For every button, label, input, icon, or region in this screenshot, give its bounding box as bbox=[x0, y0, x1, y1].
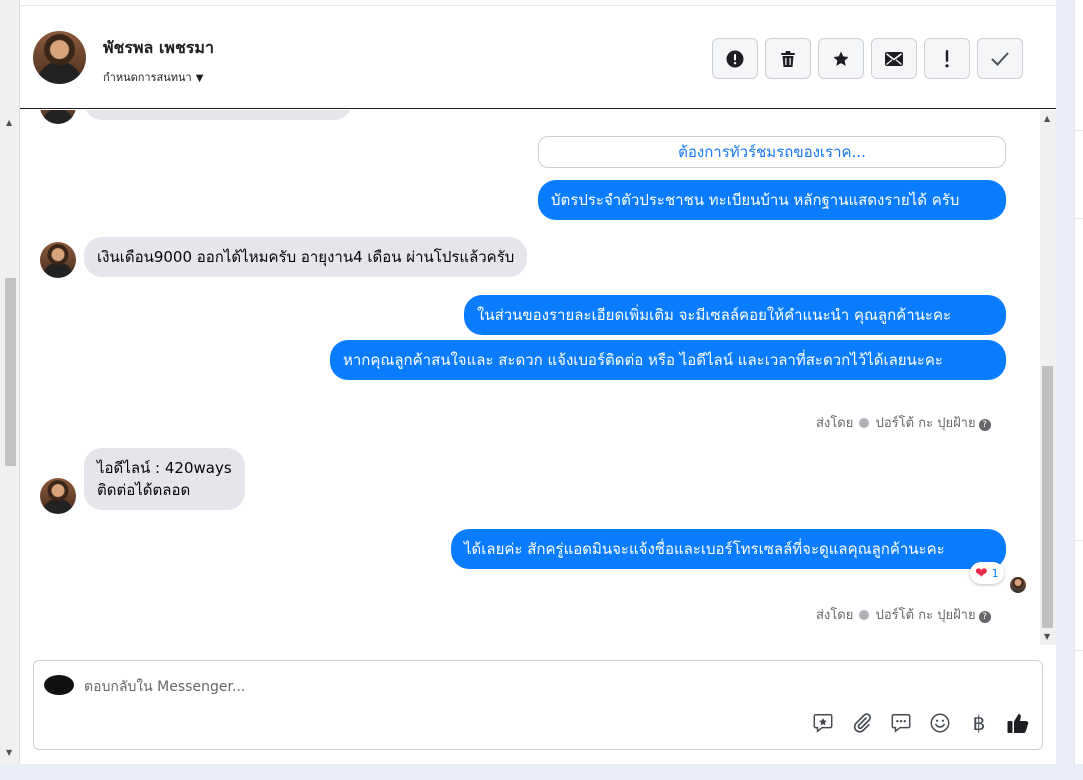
message-bubble-incoming[interactable]: เงินเดือน9000 ออกได้ไหมครับ อายุงาน4 เดื… bbox=[84, 237, 528, 277]
thumbs-up-icon bbox=[1007, 714, 1029, 733]
message-bubble-outgoing[interactable]: บัตรประจำตัวประชาชน ทะเบียนบ้าน หลักฐานแ… bbox=[538, 180, 1006, 220]
baht-icon: ฿ bbox=[972, 711, 986, 735]
paperclip-icon bbox=[853, 713, 871, 733]
saved-reply-icon bbox=[813, 714, 833, 733]
mark-done-button[interactable] bbox=[977, 38, 1023, 79]
star-button[interactable] bbox=[818, 38, 864, 79]
mark-unread-button[interactable] bbox=[871, 38, 917, 79]
conversation-actions bbox=[712, 38, 1023, 79]
message-text: ติดต่อได้ตลอด bbox=[97, 481, 191, 499]
reaction-badge[interactable]: ❤ 1 bbox=[970, 562, 1004, 584]
envelope-icon bbox=[885, 51, 903, 66]
reaction-count: 1 bbox=[991, 566, 999, 580]
scroll-up-arrow-icon[interactable]: ▲ bbox=[1044, 114, 1050, 123]
delete-button[interactable] bbox=[765, 38, 811, 79]
message-text: บัตรประจำตัวประชาชน ทะเบียนบ้าน หลักฐานแ… bbox=[551, 191, 960, 209]
message-text: ได้เลยค่ะ สักครู่แอดมินจะแจ้งชื่อและเบอร… bbox=[464, 540, 945, 558]
sender-name[interactable]: ปอร์โต้ กะ ปุยฝ้าย bbox=[876, 608, 976, 623]
message-bubble-incoming[interactable]: ไอดีไลน์ : 420ways ติดต่อได้ตลอด bbox=[84, 448, 245, 510]
page-badge-icon bbox=[859, 610, 870, 620]
scroll-down-arrow-icon[interactable]: ▼ bbox=[1044, 632, 1050, 641]
message-text: เงินเดือน9000 ออกได้ไหมครับ อายุงาน4 เดื… bbox=[97, 248, 515, 266]
conversation-header: พัชรพล เพชรมา กำหนดการสนทนา ▼ bbox=[20, 5, 1056, 109]
emoji-icon bbox=[930, 713, 950, 733]
caret-down-icon: ▼ bbox=[195, 73, 204, 84]
message-thread[interactable]: ต้องการทัวร์ชมรถของเราค... บัตรประจำตัวป… bbox=[20, 110, 1040, 642]
contact-name[interactable]: พัชรพล เพชรมา bbox=[103, 36, 214, 61]
page-badge-icon bbox=[859, 418, 870, 428]
alert-circle-icon bbox=[726, 50, 744, 67]
contact-message-avatar bbox=[40, 110, 76, 124]
sender-name[interactable]: ปอร์โต้ กะ ปุยฝ้าย bbox=[876, 416, 976, 431]
trash-icon bbox=[781, 50, 795, 67]
heart-icon: ❤ bbox=[975, 564, 988, 582]
reply-input[interactable] bbox=[84, 675, 984, 699]
quick-replies-button[interactable] bbox=[889, 711, 913, 735]
star-icon bbox=[833, 51, 849, 66]
follow-up-button[interactable] bbox=[924, 38, 970, 79]
attach-button[interactable] bbox=[850, 711, 874, 735]
quick-reply-button[interactable]: ต้องการทัวร์ชมรถของเราค... bbox=[538, 136, 1006, 168]
page-scrollbar-thumb[interactable] bbox=[5, 278, 16, 466]
message-bubble-outgoing[interactable]: หากคุณลูกค้าสนใจและ สะดวก แจ้งเบอร์ติดต่… bbox=[330, 340, 1006, 380]
page-scrollbar[interactable]: ▲ ▼ bbox=[0, 0, 20, 764]
composer-toolbar: ฿ bbox=[811, 711, 1030, 735]
payment-button[interactable]: ฿ bbox=[967, 711, 991, 735]
scroll-down-arrow-icon[interactable]: ▼ bbox=[6, 748, 12, 757]
seen-avatar bbox=[1010, 577, 1026, 593]
checkmark-icon bbox=[991, 52, 1009, 66]
message-bubble-incoming-partial[interactable] bbox=[84, 110, 352, 120]
saved-reply-button[interactable] bbox=[811, 711, 835, 735]
sent-by-label: ส่งโดย ปอร์โต้ กะ ปุยฝ้าย? bbox=[816, 412, 991, 433]
message-text: ไอดีไลน์ : 420ways bbox=[97, 459, 232, 477]
mark-spam-button[interactable] bbox=[712, 38, 758, 79]
chat-bubble-icon bbox=[891, 714, 911, 733]
page-logo bbox=[44, 675, 74, 695]
like-button[interactable] bbox=[1006, 711, 1030, 735]
thread-scrollbar-thumb[interactable] bbox=[1042, 366, 1053, 628]
emoji-button[interactable] bbox=[928, 711, 952, 735]
contact-avatar[interactable] bbox=[33, 31, 86, 84]
message-text: หากคุณลูกค้าสนใจและ สะดวก แจ้งเบอร์ติดต่… bbox=[343, 351, 943, 369]
message-text: ในส่วนของรายละเอียดเพิ่มเติม จะมีเซลล์คอ… bbox=[477, 306, 952, 324]
message-bubble-outgoing[interactable]: ในส่วนของรายละเอียดเพิ่มเติม จะมีเซลล์คอ… bbox=[464, 295, 1006, 335]
assign-conversation-dropdown[interactable]: กำหนดการสนทนา ▼ bbox=[103, 68, 203, 86]
message-bubble-outgoing[interactable]: ได้เลยค่ะ สักครู่แอดมินจะแจ้งชื่อและเบอร… bbox=[451, 529, 1006, 569]
contact-message-avatar bbox=[40, 478, 76, 514]
right-side-panel bbox=[1074, 0, 1083, 764]
sent-by-label: ส่งโดย ปอร์โต้ กะ ปุยฝ้าย? bbox=[816, 604, 991, 625]
contact-message-avatar bbox=[40, 242, 76, 278]
thread-scrollbar[interactable]: ▲ ▼ bbox=[1040, 110, 1056, 645]
scroll-up-arrow-icon[interactable]: ▲ bbox=[6, 118, 12, 127]
exclamation-icon bbox=[945, 49, 949, 67]
right-gutter bbox=[1056, 0, 1074, 764]
assign-conversation-label: กำหนดการสนทนา bbox=[103, 71, 192, 84]
conversation-panel: พัชรพล เพชรมา กำหนดการสนทนา ▼ ต้องการทัว… bbox=[20, 0, 1056, 764]
help-icon[interactable]: ? bbox=[978, 419, 991, 431]
help-icon[interactable]: ? bbox=[978, 611, 991, 623]
reply-composer: ฿ bbox=[33, 660, 1043, 750]
